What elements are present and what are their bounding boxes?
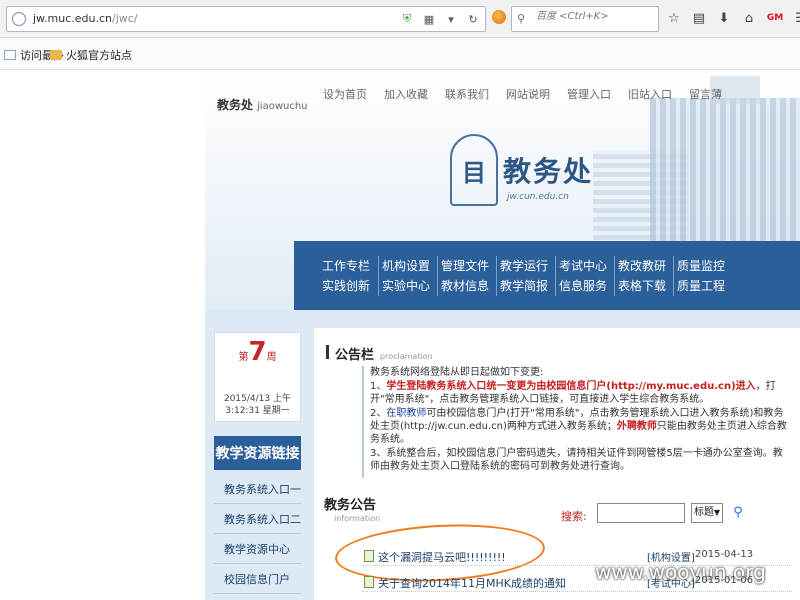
main-nav-item[interactable]: 教改教研 — [618, 256, 673, 276]
top-nav-add-favorite[interactable]: 加入收藏 — [384, 86, 428, 102]
home-icon[interactable]: ⌂ — [741, 10, 757, 26]
magnifier-icon: ⚲ — [733, 504, 743, 520]
qr-code-icon[interactable]: ▦ — [421, 11, 437, 27]
main-nav-group: 管理文件 教材信息 — [437, 255, 496, 296]
main-nav-item[interactable]: 考试中心 — [559, 256, 614, 276]
site-header: 教务处 jiaowuchu 设为首页 加入收藏 联系我们 网站说明 管理入口 旧站… — [205, 70, 800, 310]
resource-links-list: 教务系统入口一 教务系统入口二 教学资源中心 校园信息门户 — [214, 474, 301, 594]
folder-icon — [50, 50, 62, 60]
news-search-label: 搜索: — [561, 510, 587, 523]
main-nav-group: 质量监控 质量工程 — [673, 255, 732, 296]
news-heading: 教务公告 — [324, 498, 377, 513]
main-nav-group: 教改教研 表格下载 — [614, 255, 673, 296]
top-nav-contact[interactable]: 联系我们 — [445, 86, 489, 102]
week-date-box: 第7周 2015/4/13 上午 3:12:31 星期一 — [214, 332, 301, 422]
document-icon — [364, 576, 374, 588]
search-icon: ⚲ — [517, 12, 526, 25]
search-bar[interactable]: ⚲ — [511, 6, 659, 32]
search-field-select[interactable]: 标题 ▼ — [691, 503, 723, 523]
main-nav-item[interactable]: 管理文件 — [441, 256, 496, 276]
main-nav-item[interactable]: 表格下载 — [618, 276, 673, 296]
top-nav-guestbook[interactable]: 留言薄 — [689, 86, 722, 102]
globe-icon — [12, 12, 26, 26]
news-row[interactable]: 这个漏洞提马云吧!!!!!!!!! [机构设置] 2015-04-13 — [362, 546, 792, 566]
logo-text: 教务处 — [503, 155, 594, 188]
browser-toolbar: jw.muc.edu.cn/jwc/ ⛨ ▦ ▾ ↻ ⚲ ☆ ▤ ⬇ ⌂ GM … — [0, 0, 800, 38]
main-nav-group: 工作专栏 实践创新 — [319, 256, 378, 296]
main-nav-item[interactable]: 信息服务 — [559, 276, 614, 296]
url-bar[interactable]: jw.muc.edu.cn/jwc/ ⛨ ▦ ▾ ↻ — [6, 6, 486, 32]
news-category[interactable]: [考试中心] — [647, 575, 695, 590]
file-icon — [4, 50, 16, 60]
resource-link[interactable]: 教学资源中心 — [214, 534, 301, 564]
download-icon[interactable]: ⬇ — [716, 10, 732, 26]
reload-icon[interactable]: ↻ — [465, 11, 481, 27]
menu-icon[interactable]: ☰ — [793, 10, 800, 26]
url-text[interactable]: jw.muc.edu.cn/jwc/ — [33, 12, 138, 25]
news-date: 2015-04-13 — [695, 549, 754, 560]
document-icon — [364, 550, 374, 562]
main-nav-group: 机构设置 实验中心 — [378, 255, 437, 296]
news-search-input[interactable] — [597, 503, 685, 523]
dropdown-icon[interactable]: ▾ — [443, 11, 459, 27]
search-button[interactable]: ⚲ — [730, 502, 746, 522]
reading-list-icon[interactable]: ▤ — [691, 10, 707, 26]
resource-link[interactable]: 教务系统入口一 — [214, 474, 301, 504]
resource-link[interactable]: 校园信息门户 — [214, 564, 301, 594]
greasemonkey-icon[interactable]: GM — [766, 10, 784, 26]
main-nav-item[interactable]: 质量工程 — [677, 276, 732, 296]
main-nav-item[interactable]: 实践创新 — [322, 276, 378, 296]
bookmark-firefox-site[interactable]: 火狐官方站点 — [50, 47, 132, 63]
top-nav-about[interactable]: 网站说明 — [506, 86, 550, 102]
main-nav-item[interactable]: 质量监控 — [677, 256, 732, 276]
top-nav-admin[interactable]: 管理入口 — [567, 86, 611, 102]
main-nav-item[interactable]: 实验中心 — [382, 276, 437, 296]
bulletin-heading: 公告栏 proclamation — [326, 344, 433, 363]
bookmarks-bar: 访问最多 火狐官方站点 — [0, 38, 800, 70]
datetime: 2015/4/13 上午 3:12:31 星期一 — [223, 394, 291, 416]
main-nav-item[interactable]: 工作专栏 — [322, 256, 378, 276]
top-nav: 设为首页 加入收藏 联系我们 网站说明 管理入口 旧站入口 留言薄 — [323, 86, 722, 102]
web-page: 教务处 jiaowuchu 设为首页 加入收藏 联系我们 网站说明 管理入口 旧站… — [205, 70, 800, 600]
extension-ball-icon[interactable] — [492, 10, 506, 24]
bulletin-notice: 教务系统网络登陆从即日起做如下变更: 1、学生登陆教务系统入口统一变更为由校园信… — [362, 366, 792, 478]
week-indicator: 第7周 — [238, 337, 277, 367]
top-nav-set-homepage[interactable]: 设为首页 — [323, 86, 367, 102]
main-nav-group: 考试中心 信息服务 — [555, 255, 614, 296]
logo-domain: jw.cun.edu.cn — [507, 192, 569, 202]
main-nav-item[interactable]: 教材信息 — [441, 276, 496, 296]
resource-link[interactable]: 教务系统入口二 — [214, 504, 301, 534]
news-title-link[interactable]: 这个漏洞提马云吧!!!!!!!!! — [378, 549, 506, 565]
browser-search-input[interactable] — [536, 11, 654, 22]
bookmark-star-icon[interactable]: ☆ — [666, 10, 682, 26]
resource-links-header: 教学资源链接 — [214, 436, 301, 470]
news-category[interactable]: [机构设置] — [647, 549, 695, 564]
main-content: 公告栏 proclamation 教务系统网络登陆从即日起做如下变更: 1、学生… — [314, 328, 800, 600]
news-heading-en: information — [334, 514, 381, 523]
main-nav: 工作专栏 实践创新 机构设置 实验中心 管理文件 教材信息 教学运行 教学简报 … — [294, 241, 800, 310]
main-nav-item[interactable]: 教学简报 — [500, 276, 555, 296]
main-nav-group: 教学运行 教学简报 — [496, 255, 555, 296]
news-row[interactable]: 关于查询2014年11月MHK成绩的通知 [考试中心] 2015-01-06 — [362, 572, 792, 592]
shield-icon[interactable]: ⛨ — [399, 11, 415, 27]
main-nav-item[interactable]: 教学运行 — [500, 256, 555, 276]
university-emblem-icon: 目 — [450, 134, 498, 206]
site-title: 教务处 jiaowuchu — [217, 98, 308, 112]
main-nav-item[interactable]: 机构设置 — [382, 256, 437, 276]
news-date: 2015-01-06 — [695, 575, 754, 586]
news-title-link[interactable]: 关于查询2014年11月MHK成绩的通知 — [378, 575, 566, 591]
top-nav-old-site[interactable]: 旧站入口 — [628, 86, 672, 102]
